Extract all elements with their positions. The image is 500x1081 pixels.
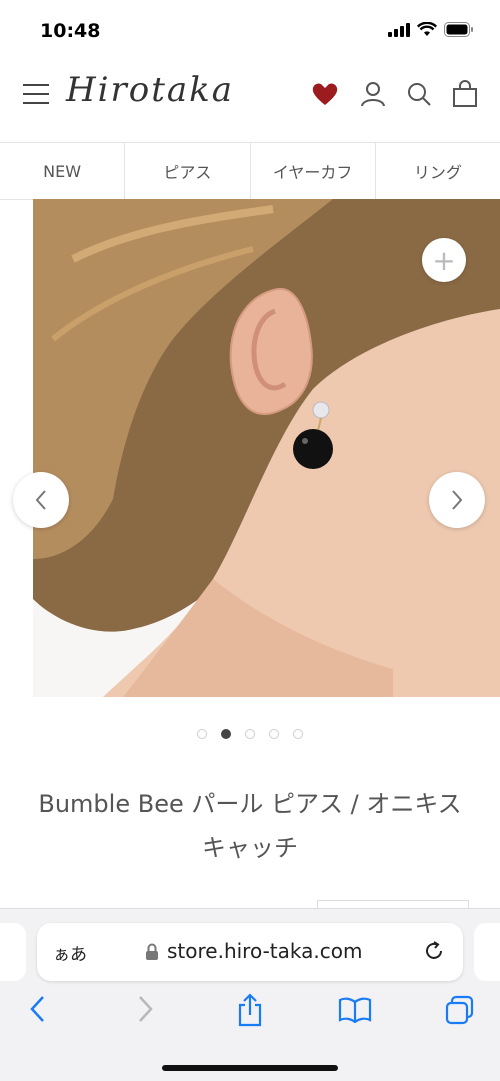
- next-image-button[interactable]: [429, 472, 485, 528]
- status-bar: 10:48: [0, 0, 500, 60]
- tabs-icon[interactable]: [444, 995, 476, 1025]
- previous-tab-preview[interactable]: [0, 923, 26, 981]
- tab-new[interactable]: NEW: [0, 143, 126, 199]
- chevron-right-icon: [452, 490, 463, 510]
- gallery-pagination: [0, 729, 500, 739]
- product-title: Bumble Bee パール ピアス / オニキス キャッチ: [38, 790, 462, 862]
- signal-icon: [388, 22, 410, 37]
- battery-icon: [444, 22, 473, 37]
- bookmarks-icon[interactable]: [338, 997, 372, 1023]
- heart-icon[interactable]: [311, 80, 339, 108]
- account-icon[interactable]: [359, 80, 387, 108]
- gallery-dot-active[interactable]: [221, 729, 231, 739]
- site-header: Hirotaka: [0, 62, 500, 132]
- chevron-left-icon: [35, 490, 46, 510]
- next-tab-preview[interactable]: [474, 923, 500, 981]
- menu-icon[interactable]: [23, 84, 49, 106]
- status-icons: [388, 22, 474, 37]
- tab-ear-cuffs[interactable]: イヤーカフ: [251, 143, 376, 199]
- gallery-dot[interactable]: [245, 729, 255, 739]
- share-icon[interactable]: [236, 993, 264, 1027]
- plus-icon: +: [432, 243, 456, 277]
- previous-image-button[interactable]: [13, 472, 69, 528]
- forward-icon[interactable]: [134, 993, 156, 1025]
- tab-rings[interactable]: リング: [376, 143, 500, 199]
- zoom-button[interactable]: +: [422, 238, 466, 282]
- gallery-dot[interactable]: [293, 729, 303, 739]
- reload-icon[interactable]: [423, 940, 445, 962]
- gallery-dot[interactable]: [197, 729, 207, 739]
- category-nav: NEW ピアス イヤーカフ リング: [0, 142, 500, 200]
- address-bar[interactable]: ぁあ store.hiro-taka.com: [37, 923, 463, 981]
- browser-toolbar: ぁあ store.hiro-taka.com: [0, 908, 500, 1081]
- gallery-dot[interactable]: [269, 729, 279, 739]
- search-icon[interactable]: [405, 80, 433, 108]
- page-settings-button[interactable]: ぁあ: [53, 940, 87, 965]
- back-icon[interactable]: [27, 993, 49, 1025]
- bag-icon[interactable]: [451, 80, 479, 108]
- home-indicator: [162, 1065, 338, 1071]
- url-text: store.hiro-taka.com: [167, 939, 363, 963]
- tab-pierced-earrings[interactable]: ピアス: [125, 143, 251, 199]
- clock: 10:48: [40, 20, 101, 42]
- lock-icon: [146, 943, 158, 960]
- wifi-icon: [417, 22, 437, 36]
- site-logo[interactable]: Hirotaka: [66, 70, 234, 110]
